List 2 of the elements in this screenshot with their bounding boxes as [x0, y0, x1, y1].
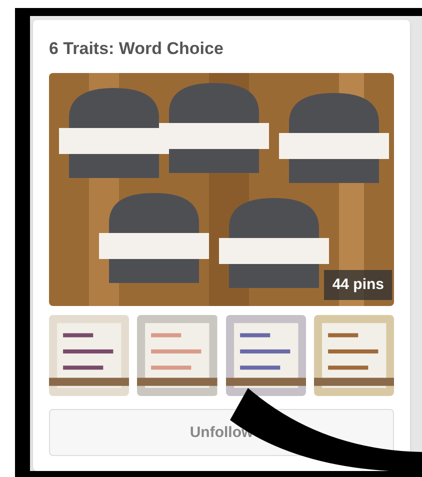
board-title: 6 Traits: Word Choice	[49, 38, 224, 60]
pin-count: 44 pins	[324, 270, 392, 300]
